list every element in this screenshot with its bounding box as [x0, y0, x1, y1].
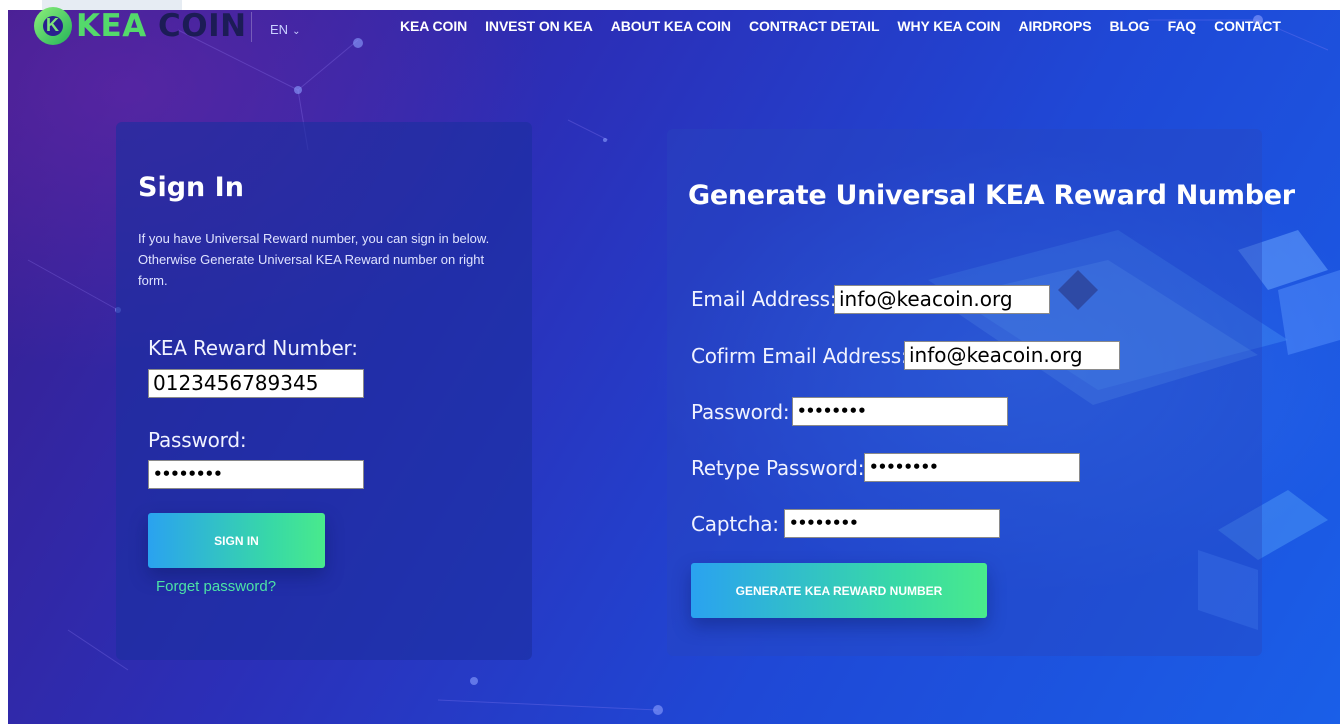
generate-reward-button[interactable]: GENERATE KEA REWARD NUMBER: [691, 563, 987, 618]
nav-invest-on-kea[interactable]: INVEST ON KEA: [485, 18, 593, 34]
nav-kea-coin[interactable]: KEA COIN: [400, 18, 467, 34]
nav-blog[interactable]: BLOG: [1110, 18, 1150, 34]
confirm-email-label: Cofirm Email Address:: [691, 344, 908, 368]
chevron-down-icon: ⌄: [292, 26, 301, 37]
captcha-label: Captcha:: [691, 512, 779, 536]
password-label: Password:: [691, 400, 790, 424]
nav-about-kea-coin[interactable]: ABOUT KEA COIN: [611, 18, 731, 34]
kea-coin-logo-icon: K: [34, 7, 72, 45]
signin-password-input[interactable]: ••••••••: [148, 460, 364, 489]
logo-text-kea: KEA: [76, 8, 147, 44]
reward-number-label: KEA Reward Number:: [148, 336, 358, 360]
retype-password-input[interactable]: ••••••••: [864, 453, 1080, 482]
language-selector[interactable]: EN ⌄: [270, 22, 300, 37]
forgot-password-link[interactable]: Forget password?: [156, 578, 276, 595]
nav-faq[interactable]: FAQ: [1168, 18, 1197, 34]
password-input[interactable]: ••••••••: [792, 397, 1008, 426]
reward-number-input[interactable]: 0123456789345: [148, 369, 364, 398]
header-divider: [251, 12, 252, 42]
main-nav: KEA COIN INVEST ON KEA ABOUT KEA COIN CO…: [400, 18, 1281, 34]
signin-title: Sign In: [138, 172, 244, 203]
captcha-input[interactable]: ••••••••: [784, 509, 1000, 538]
email-label: Email Address:: [691, 287, 837, 311]
nav-contract-detail[interactable]: CONTRACT DETAIL: [749, 18, 880, 34]
signin-button[interactable]: SIGN IN: [148, 513, 325, 568]
generate-title: Generate Universal KEA Reward Number: [688, 180, 1295, 211]
nav-contact[interactable]: CONTACT: [1214, 18, 1281, 34]
nav-airdrops[interactable]: AIRDROPS: [1018, 18, 1091, 34]
signin-description: If you have Universal Reward number, you…: [138, 231, 490, 288]
retype-password-label: Retype Password:: [691, 456, 865, 480]
confirm-email-input[interactable]: info@keacoin.org: [904, 341, 1120, 370]
logo-text: KEA COIN: [76, 8, 247, 44]
logo-text-coin: COIN: [146, 8, 247, 44]
email-input[interactable]: info@keacoin.org: [834, 285, 1050, 314]
language-label: EN: [270, 22, 289, 37]
signin-password-label: Password:: [148, 428, 247, 452]
kea-coin-logo[interactable]: K KEA COIN: [34, 2, 247, 50]
nav-why-kea-coin[interactable]: WHY KEA COIN: [897, 18, 1000, 34]
